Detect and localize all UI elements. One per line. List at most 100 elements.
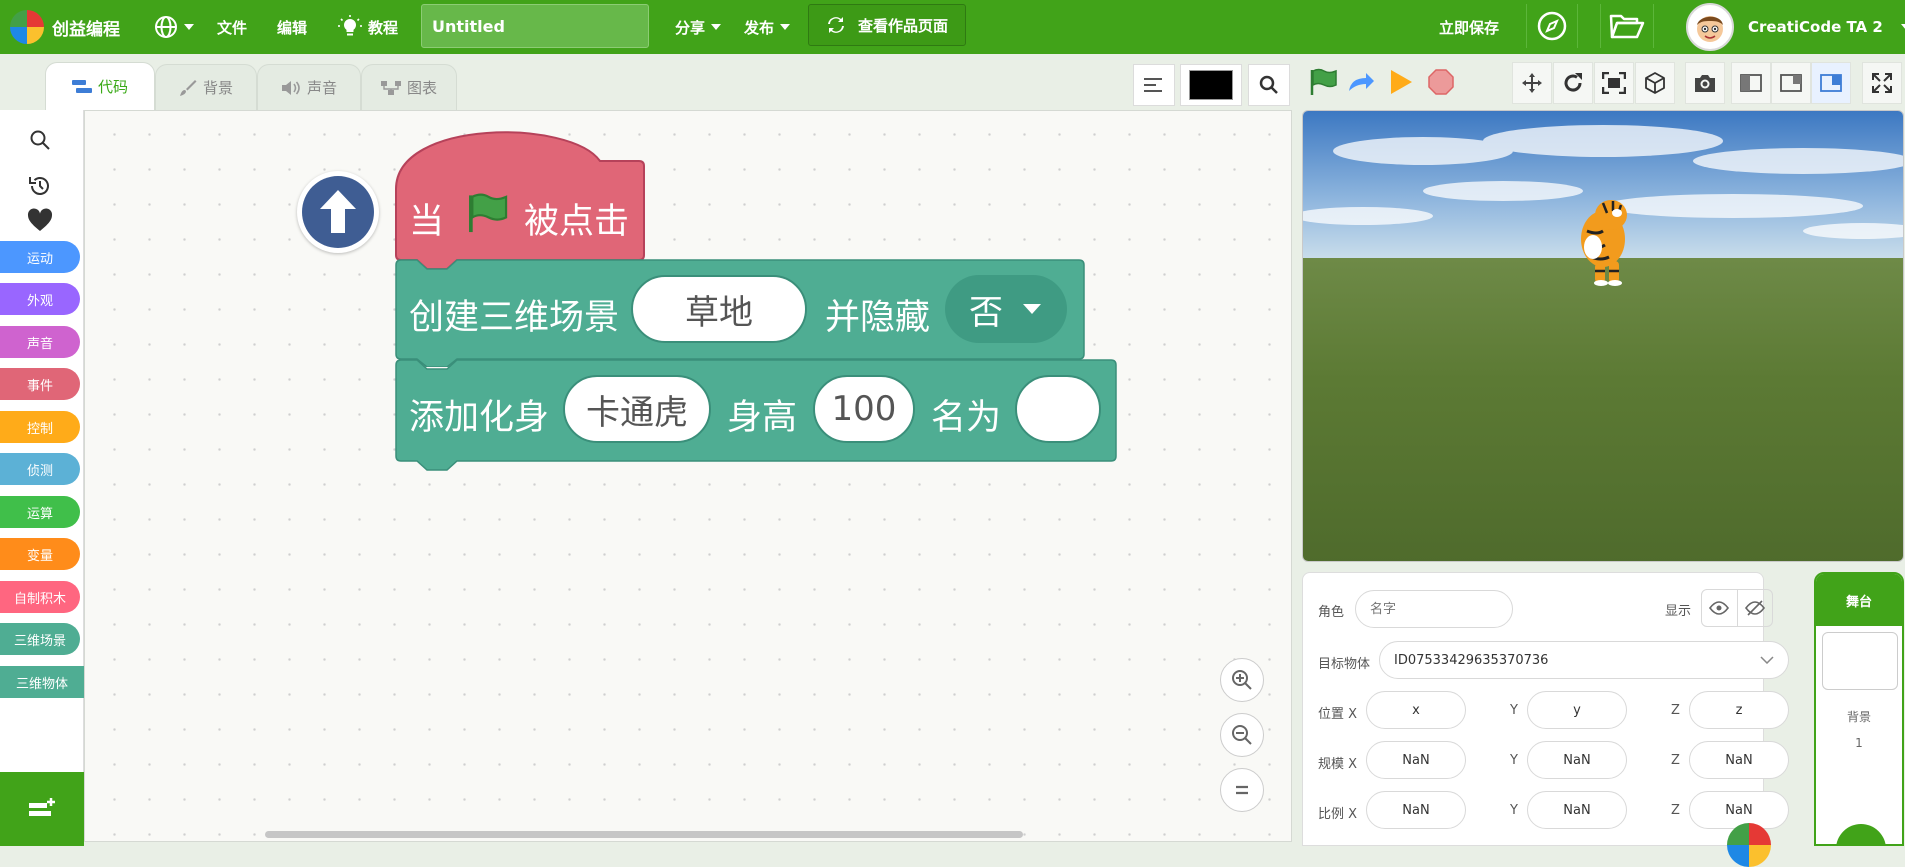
category-my-blocks[interactable]: 自制积木 (0, 581, 80, 613)
large-stage-button[interactable] (1811, 62, 1851, 104)
user-menu[interactable]: CreatiCode TA 2 (1686, 0, 1905, 54)
scale-z-input[interactable]: NaN (1689, 741, 1789, 779)
category-operators[interactable]: 运算 (0, 496, 80, 528)
file-menu[interactable]: 文件 (217, 0, 247, 54)
refresh-icon (827, 17, 844, 33)
category-3d-object[interactable]: 三维物体 (0, 666, 84, 698)
history-button[interactable] (24, 170, 56, 202)
fullscreen-button[interactable] (1862, 62, 1902, 104)
when-label: 当 (409, 202, 445, 242)
rotate-tool-button[interactable] (1553, 62, 1593, 104)
stage-selector-panel[interactable]: 舞台 背景 1 (1814, 572, 1904, 846)
ratio-y-input[interactable]: NaN (1527, 791, 1627, 829)
horizontal-scrollbar[interactable] (265, 831, 1023, 838)
edit-menu[interactable]: 编辑 (277, 0, 307, 54)
3d-view-button[interactable] (1635, 62, 1675, 104)
view-project-page-button[interactable]: 查看作品页面 (808, 4, 966, 46)
pen-color-button[interactable] (1180, 64, 1242, 106)
category-variables[interactable]: 变量 (0, 538, 80, 570)
position-y-input[interactable]: y (1527, 691, 1627, 729)
scale-y-input[interactable]: NaN (1527, 741, 1627, 779)
small-stage-button[interactable] (1731, 62, 1771, 104)
tutorial-label: 教程 (368, 18, 399, 37)
scene-type-input[interactable]: 草地 (631, 275, 807, 343)
zoom-out-button[interactable] (1220, 713, 1264, 757)
name-label: 名为 (931, 398, 1002, 438)
create-3d-scene-block[interactable]: 创建三维场景 草地 并隐藏 否 (395, 259, 1085, 367)
add-backdrop-button[interactable] (1836, 824, 1886, 844)
share-menu[interactable]: 分享 (675, 0, 722, 54)
category-sensing[interactable]: 侦测 (0, 453, 80, 485)
screenshot-button[interactable] (1685, 62, 1725, 104)
name-input[interactable] (1015, 375, 1101, 443)
code-workspace[interactable]: 当 被点击 创建三维场景 草地 并隐藏 否 添加化身 卡通虎 身高 100 名为 (84, 110, 1292, 842)
project-title-input[interactable] (421, 4, 649, 48)
cleanup-blocks-button[interactable] (1133, 64, 1175, 106)
lightbulb-icon (338, 15, 362, 36)
tutorial-menu[interactable]: 教程 (338, 0, 398, 54)
search-blocks-button[interactable] (1248, 64, 1290, 106)
green-flag-button[interactable] (1304, 64, 1342, 100)
target-object-select[interactable]: ID07533429635370736 (1379, 641, 1789, 679)
height-label: 身高 (727, 398, 798, 438)
tab-chart[interactable]: 图表 (361, 64, 457, 110)
user-name: CreatiCode TA 2 (1748, 18, 1883, 36)
position-x-input[interactable]: x (1366, 691, 1466, 729)
category-events[interactable]: 事件 (0, 368, 80, 400)
layout-right-icon (1780, 74, 1802, 92)
my-projects-button[interactable] (1600, 4, 1654, 48)
chevron-down-icon (1900, 24, 1905, 30)
stage-3d-view[interactable] (1302, 110, 1904, 562)
add-extension-button[interactable] (0, 772, 84, 846)
sprite-thumbnail-corner[interactable] (1727, 823, 1771, 867)
align-left-icon (1144, 78, 1162, 92)
avatar-type-input[interactable]: 卡通虎 (563, 375, 711, 443)
move-tool-button[interactable] (1512, 62, 1552, 104)
medium-stage-button[interactable] (1771, 62, 1811, 104)
position-x-label: 位置 X (1318, 707, 1358, 722)
scale-x-input[interactable]: NaN (1366, 741, 1466, 779)
zoom-in-button[interactable] (1220, 658, 1264, 702)
category-3d-scene[interactable]: 三维场景 (0, 623, 80, 655)
code-blocks-icon (71, 79, 92, 93)
position-y-label: Y (1510, 703, 1518, 718)
save-now-button[interactable]: 立即保存 (1439, 0, 1499, 54)
language-menu[interactable] (154, 0, 194, 54)
step-forward-button[interactable] (1342, 64, 1380, 100)
reset-zoom-button[interactable] (1220, 768, 1264, 812)
category-motion[interactable]: 运动 (0, 241, 80, 273)
move-arrows-icon (1522, 73, 1542, 93)
category-control[interactable]: 控制 (0, 411, 80, 443)
play-button[interactable] (1382, 64, 1420, 100)
drag-up-indicator[interactable] (297, 171, 379, 253)
search-blocks-button[interactable] (24, 124, 56, 156)
favorites-button[interactable] (24, 204, 56, 236)
publish-menu[interactable]: 发布 (744, 0, 791, 54)
hide-dropdown-value: 否 (969, 292, 1003, 333)
tab-sound-label: 声音 (306, 79, 337, 97)
tab-backdrop[interactable]: 背景 (155, 64, 257, 110)
arrow-up-circle-icon (302, 176, 374, 248)
show-button[interactable] (1702, 590, 1738, 626)
explore-button[interactable] (1526, 4, 1578, 48)
tab-code[interactable]: 代码 (45, 62, 155, 110)
when-flag-clicked-block[interactable]: 当 被点击 (395, 127, 645, 277)
dropdown-arrow-icon (1023, 304, 1041, 314)
app-name: 创益编程 (52, 19, 120, 40)
tab-sound[interactable]: 声音 (257, 64, 361, 110)
scale-tool-button[interactable] (1594, 62, 1634, 104)
position-z-input[interactable]: z (1689, 691, 1789, 729)
category-looks[interactable]: 外观 (0, 283, 80, 315)
app-logo[interactable]: 创益编程 (10, 0, 120, 54)
category-sound[interactable]: 声音 (0, 326, 80, 358)
sprite-name-input[interactable] (1355, 590, 1513, 628)
hide-dropdown[interactable]: 否 (945, 275, 1067, 343)
height-input[interactable]: 100 (813, 375, 915, 443)
stop-button[interactable] (1422, 64, 1460, 100)
ratio-x-input[interactable]: NaN (1366, 791, 1466, 829)
add-avatar-block[interactable]: 添加化身 卡通虎 身高 100 名为 (395, 359, 1117, 471)
hide-button[interactable] (1738, 590, 1773, 626)
stage-thumbnail[interactable] (1822, 632, 1898, 690)
ratio-z-input[interactable]: NaN (1689, 791, 1789, 829)
compass-icon (1537, 11, 1567, 41)
